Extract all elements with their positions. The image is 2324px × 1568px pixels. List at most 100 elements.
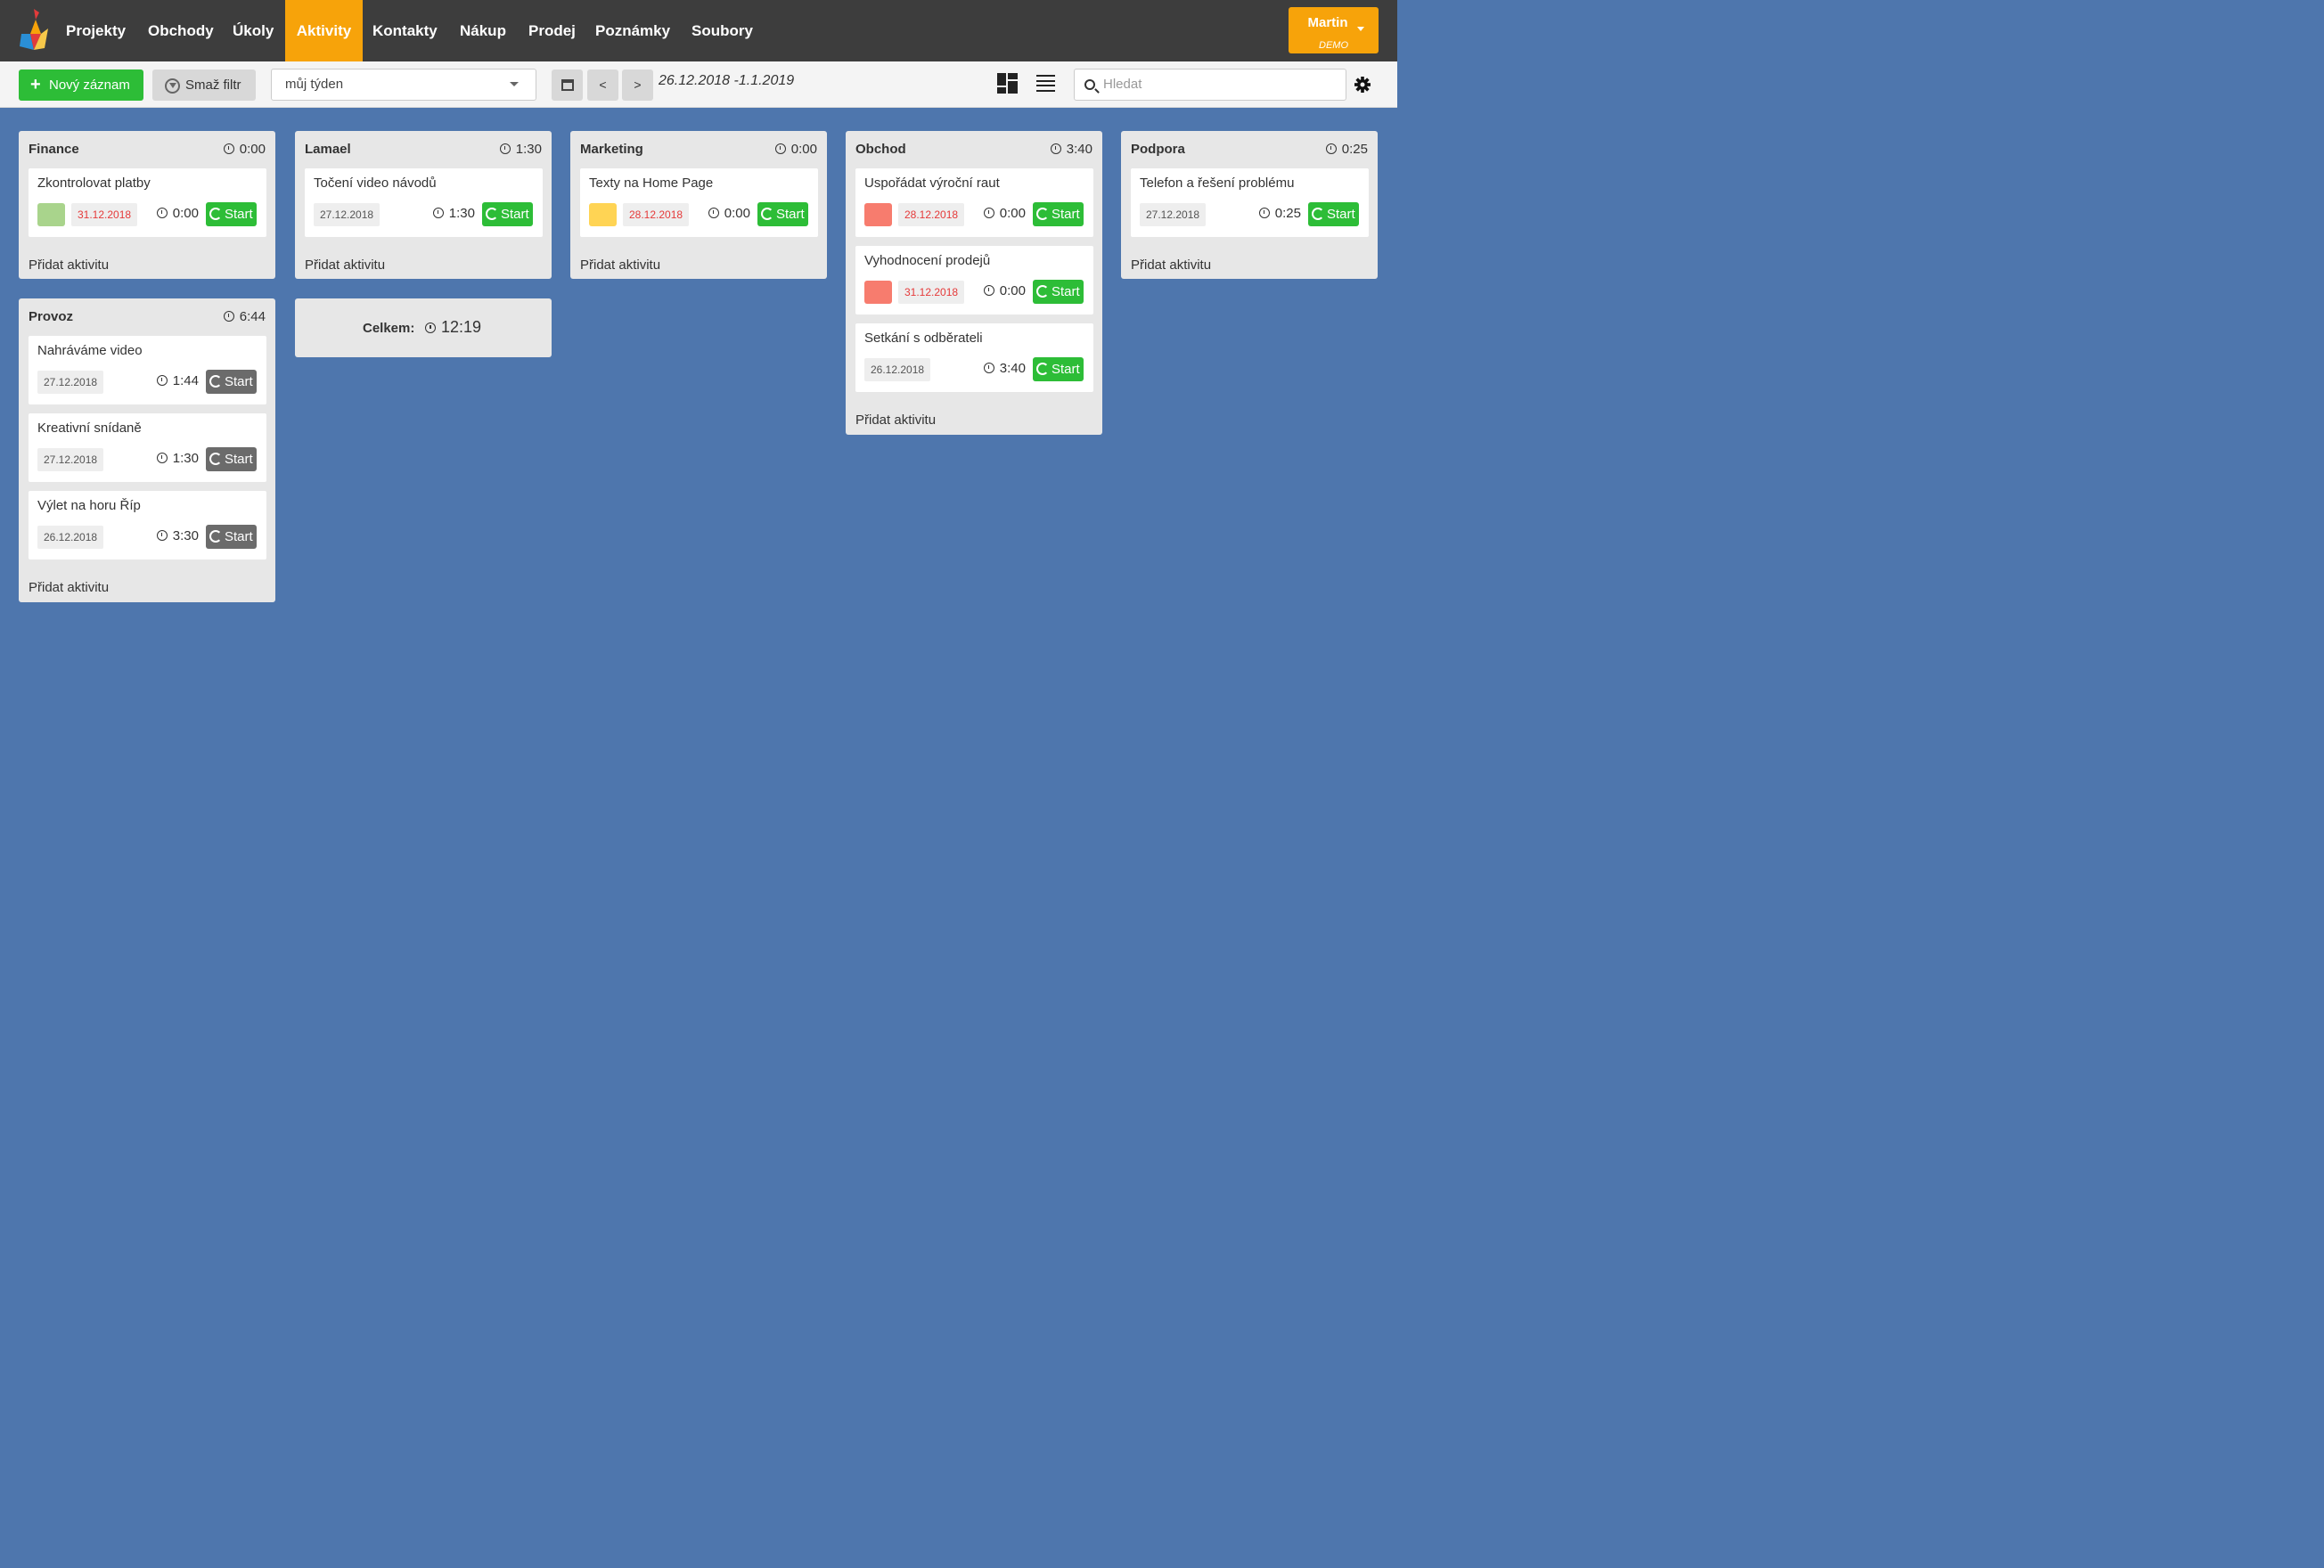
activity-card[interactable]: Texty na Home Page 28.12.2018 0:00 Start [580,168,818,237]
column-title: Marketing [580,142,643,157]
activity-title[interactable]: Výlet na horu Říp [37,498,141,513]
start-timer-button[interactable]: Start [1033,202,1084,226]
spinner-icon [209,375,222,388]
spinner-icon [1036,285,1049,298]
activity-title[interactable]: Kreativní snídaně [37,421,142,436]
search-icon [1084,79,1095,90]
activity-card[interactable]: Točení video návodů 27.12.2018 1:30 Star… [305,168,543,237]
activity-card[interactable]: Setkání s odběrateli 26.12.2018 3:40 Sta… [855,323,1093,392]
user-menu-button[interactable]: Martin DEMO [1289,7,1379,53]
activity-date: 27.12.2018 [37,448,104,471]
period-select[interactable]: můj týden [271,69,536,101]
activity-date: 27.12.2018 [314,203,381,226]
start-timer-button[interactable]: Start [206,525,257,549]
clock-icon [156,453,168,463]
column-provoz: Provoz 6:44 Nahráváme video 27.12.2018 1… [19,298,275,602]
activity-time: 0:00 [983,206,1026,221]
activity-time: 1:30 [432,206,475,221]
column-time: 0:25 [1325,142,1368,157]
column-podpora: Podpora 0:25 Telefon a řešení problému 2… [1121,131,1378,279]
nav-kontakty[interactable]: Kontakty [364,0,446,61]
column-title: Provoz [29,309,74,324]
add-activity-link[interactable]: Přidat aktivitu [1131,257,1211,273]
spinner-icon [1312,208,1324,220]
activity-time: 0:00 [983,283,1026,298]
start-timer-button[interactable]: Start [757,202,808,226]
clock-icon [425,323,436,333]
activity-title[interactable]: Vyhodnocení prodejů [864,253,990,268]
gear-icon[interactable] [1354,77,1371,93]
activity-card[interactable]: Výlet na horu Říp 26.12.2018 3:30 Start [29,491,266,559]
toolbar: + Nový záznam Smaž filtr můj týden < > 2… [0,61,1397,108]
clock-icon [1325,143,1337,154]
add-activity-link[interactable]: Přidat aktivitu [305,257,385,273]
total-time: 12:19 [425,318,481,337]
clock-icon [1050,143,1061,154]
column-time: 3:40 [1050,142,1092,157]
start-timer-button[interactable]: Start [1033,280,1084,304]
clear-filter-button[interactable]: Smaž filtr [152,69,256,101]
activity-title[interactable]: Texty na Home Page [589,176,713,191]
nav-aktivity[interactable]: Aktivity [285,0,363,61]
clock-icon [983,363,994,373]
column-marketing: Marketing 0:00 Texty na Home Page 28.12.… [570,131,827,279]
list-view-icon[interactable] [1036,75,1055,92]
prev-period-button[interactable]: < [587,69,618,101]
activity-time: 0:25 [1258,206,1301,221]
calendar-icon [561,79,574,91]
calendar-button[interactable] [552,69,583,101]
activity-title[interactable]: Nahráváme video [37,343,143,358]
clock-icon [499,143,511,154]
nav-ukoly[interactable]: Úkoly [224,0,282,61]
period-select-value: můj týden [285,77,344,92]
activity-card[interactable]: Nahráváme video 27.12.2018 1:44 Start [29,336,266,404]
activity-date: 26.12.2018 [864,358,931,381]
start-timer-button[interactable]: Start [1308,202,1359,226]
nav-projekty[interactable]: Projekty [57,0,135,61]
column-title: Finance [29,142,79,157]
start-timer-button[interactable]: Start [206,447,257,471]
user-subtitle: DEMO [1319,40,1348,51]
activity-title[interactable]: Točení video návodů [314,176,437,191]
activity-card[interactable]: Vyhodnocení prodejů 31.12.2018 0:00 Star… [855,246,1093,314]
search-placeholder: Hledat [1103,77,1142,92]
activity-card[interactable]: Telefon a řešení problému 27.12.2018 0:2… [1131,168,1369,237]
activity-card[interactable]: Zkontrolovat platby 31.12.2018 0:00 Star… [29,168,266,237]
nav-prodej[interactable]: Prodej [520,0,585,61]
clock-icon [223,143,234,154]
activity-date: 31.12.2018 [71,203,138,226]
app-logo-icon[interactable] [18,7,50,50]
board-view-icon[interactable] [997,73,1018,94]
start-timer-button[interactable]: Start [1033,357,1084,381]
search-input[interactable]: Hledat [1074,69,1346,101]
activity-title[interactable]: Zkontrolovat platby [37,176,151,191]
nav-soubory[interactable]: Soubory [683,0,762,61]
nav-nakup[interactable]: Nákup [451,0,515,61]
next-period-button[interactable]: > [622,69,653,101]
clock-icon [432,208,444,218]
add-activity-link[interactable]: Přidat aktivitu [855,412,936,428]
add-activity-link[interactable]: Přidat aktivitu [29,580,109,595]
add-activity-link[interactable]: Přidat aktivitu [29,257,109,273]
add-activity-link[interactable]: Přidat aktivitu [580,257,660,273]
spinner-icon [1036,208,1049,220]
column-obchod: Obchod 3:40 Uspořádat výroční raut 28.12… [846,131,1102,435]
new-record-button[interactable]: + Nový záznam [19,69,143,101]
start-timer-button[interactable]: Start [482,202,533,226]
column-time: 0:00 [223,142,266,157]
nav-poznamky[interactable]: Poznámky [586,0,679,61]
activity-title[interactable]: Uspořádat výroční raut [864,176,1000,191]
activity-date: 27.12.2018 [1140,203,1207,226]
activity-title[interactable]: Setkání s odběrateli [864,331,983,346]
chevron-down-icon [510,82,519,86]
new-record-label: Nový záznam [49,78,130,93]
activity-title[interactable]: Telefon a řešení problému [1140,176,1294,191]
color-label [864,203,892,226]
activity-card[interactable]: Uspořádat výroční raut 28.12.2018 0:00 S… [855,168,1093,237]
start-timer-button[interactable]: Start [206,370,257,394]
activity-card[interactable]: Kreativní snídaně 27.12.2018 1:30 Start [29,413,266,482]
spinner-icon [761,208,773,220]
start-timer-button[interactable]: Start [206,202,257,226]
nav-obchody[interactable]: Obchody [139,0,223,61]
column-lamael: Lamael 1:30 Točení video návodů 27.12.20… [295,131,552,279]
